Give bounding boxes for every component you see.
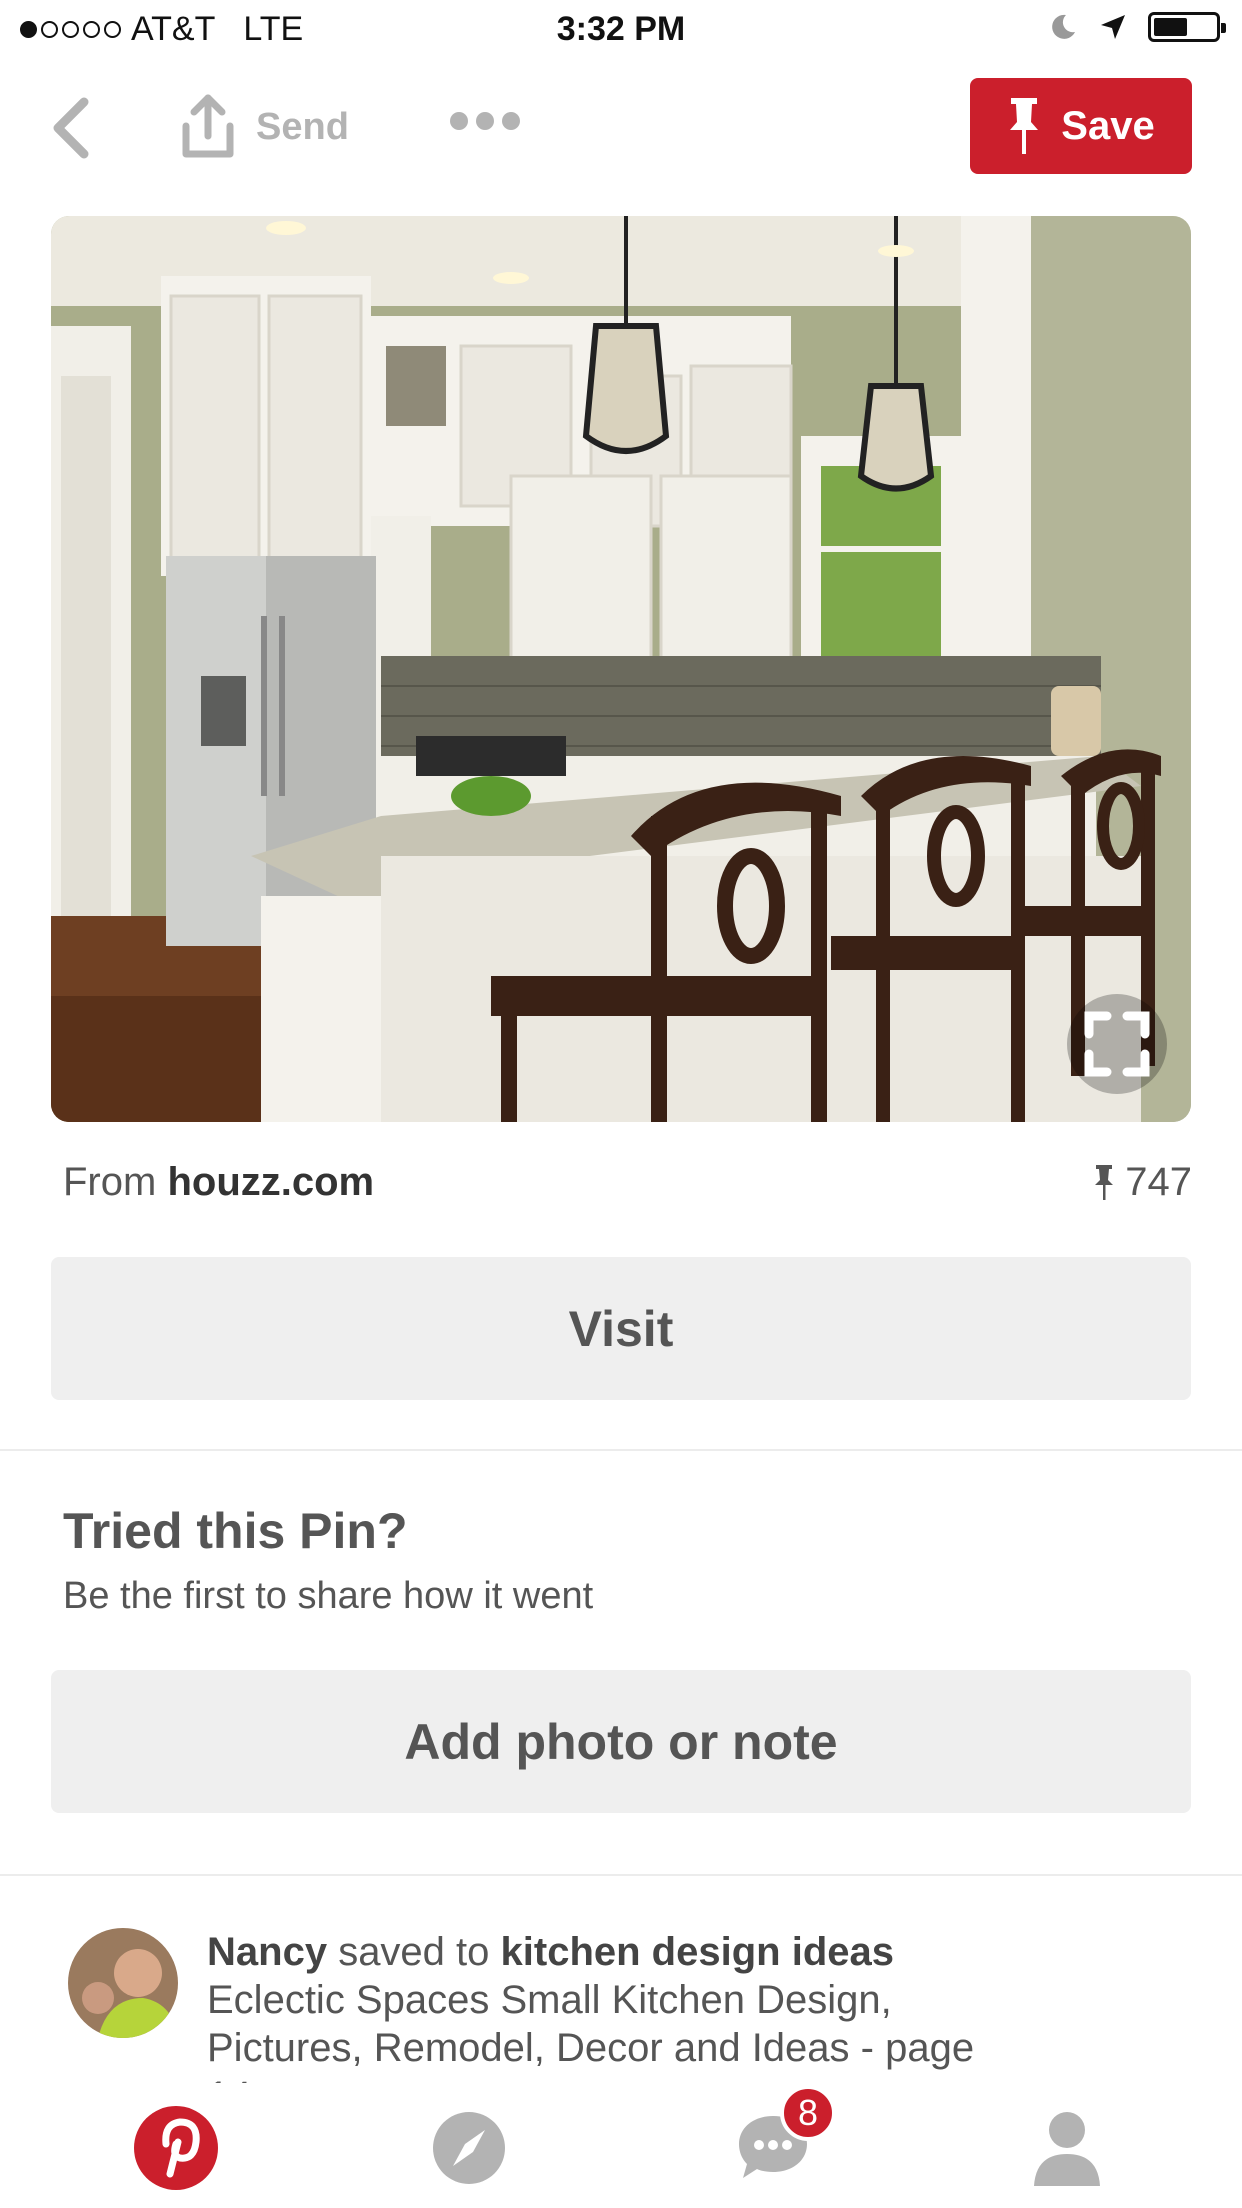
send-button[interactable]: Send (180, 92, 349, 162)
user-photo (68, 1928, 178, 2038)
explore-tab[interactable] (424, 2103, 514, 2193)
pin-toolbar: Send Save (0, 70, 1242, 180)
location-arrow-icon (1101, 15, 1125, 39)
pushpin-icon (1095, 1164, 1114, 1200)
profile-tab[interactable] (1022, 2103, 1112, 2193)
avatar[interactable] (68, 1928, 178, 2038)
pin-source-row: From houzz.com 747 (63, 1160, 1192, 1210)
status-bar: AT&T LTE 3:32 PM (0, 0, 1242, 62)
save-count: 747 (1093, 1160, 1192, 1205)
notification-badge: 8 (780, 2085, 836, 2141)
tried-pin-subtitle: Be the first to share how it went (63, 1575, 594, 1617)
save-button[interactable]: Save (970, 78, 1192, 174)
expand-image-button[interactable] (1067, 994, 1167, 1094)
source-domain-link[interactable]: houzz.com (167, 1160, 374, 1204)
save-count-value: 747 (1125, 1160, 1192, 1204)
section-divider (0, 1874, 1242, 1876)
section-divider (0, 1449, 1242, 1451)
board-name-link[interactable]: kitchen design ideas (501, 1930, 894, 1974)
pin-image[interactable] (51, 216, 1191, 1122)
source-prefix: From (63, 1160, 157, 1204)
pinterest-logo-icon (134, 2106, 218, 2190)
person-icon (1034, 2112, 1100, 2186)
share-upload-icon (182, 94, 234, 158)
visit-button[interactable]: Visit (51, 1257, 1191, 1400)
battery-icon (1148, 12, 1226, 42)
pushpin-icon (1010, 98, 1039, 154)
do-not-disturb-moon-icon (1052, 14, 1075, 39)
saver-name-link[interactable]: Nancy (207, 1930, 327, 1974)
bottom-nav: 8 (0, 2083, 1242, 2208)
status-right (1048, 12, 1226, 42)
send-label: Send (256, 105, 349, 148)
kitchen-photo (51, 216, 1191, 1122)
ellipsis-icon (450, 112, 468, 130)
fullscreen-icon (1084, 1011, 1150, 1077)
chevron-left-icon (53, 97, 89, 159)
messages-tab[interactable]: 8 (728, 2085, 836, 2193)
save-label: Save (1061, 103, 1155, 148)
compass-icon (433, 2112, 505, 2184)
saved-action: saved to (338, 1930, 490, 1974)
more-options-button[interactable] (450, 112, 520, 130)
home-tab[interactable] (131, 2103, 221, 2193)
add-photo-or-note-button[interactable]: Add photo or note (51, 1670, 1191, 1813)
tried-pin-title: Tried this Pin? (63, 1503, 408, 1559)
back-button[interactable] (44, 94, 100, 162)
